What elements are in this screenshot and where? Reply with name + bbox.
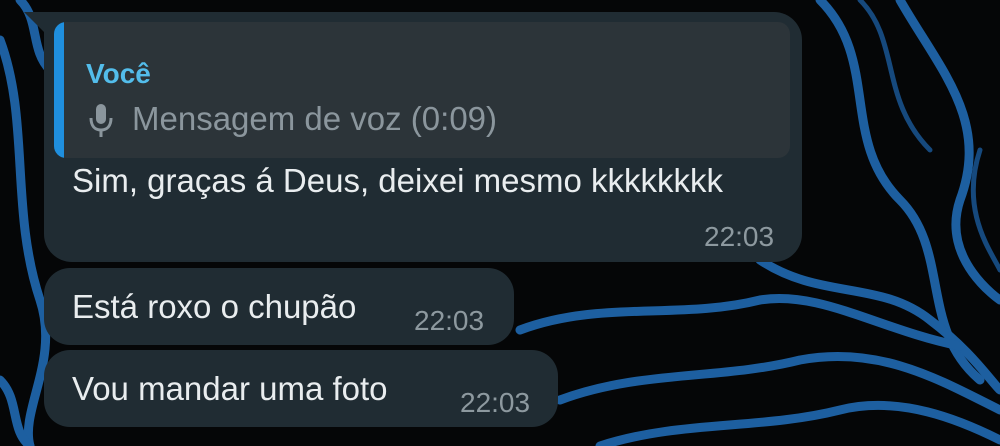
- message-bubble-reply[interactable]: Você Mensagem de voz (0:09) Sim, graças …: [44, 12, 802, 262]
- quoted-message[interactable]: Você Mensagem de voz (0:09): [54, 22, 790, 158]
- message-time: 22:03: [414, 305, 485, 336]
- message-time: 22:03: [460, 387, 531, 418]
- quoted-voice-label: Mensagem de voz (0:09): [132, 100, 498, 137]
- quote-accent-bar: [54, 22, 64, 158]
- quoted-author: Você: [86, 58, 151, 89]
- chat-screen: Você Mensagem de voz (0:09) Sim, graças …: [0, 0, 1000, 446]
- message-text: Vou mandar uma foto: [72, 370, 388, 407]
- message-text: Sim, graças á Deus, deixei mesmo kkkkkkk…: [72, 162, 724, 199]
- bubble-tail: [24, 12, 46, 34]
- microphone-icon: [89, 104, 113, 137]
- message-time: 22:03: [704, 221, 775, 252]
- message-bubble[interactable]: Vou mandar uma foto 22:03: [44, 350, 558, 427]
- message-text: Está roxo o chupão: [72, 288, 357, 325]
- message-bubble[interactable]: Está roxo o chupão 22:03: [44, 268, 514, 345]
